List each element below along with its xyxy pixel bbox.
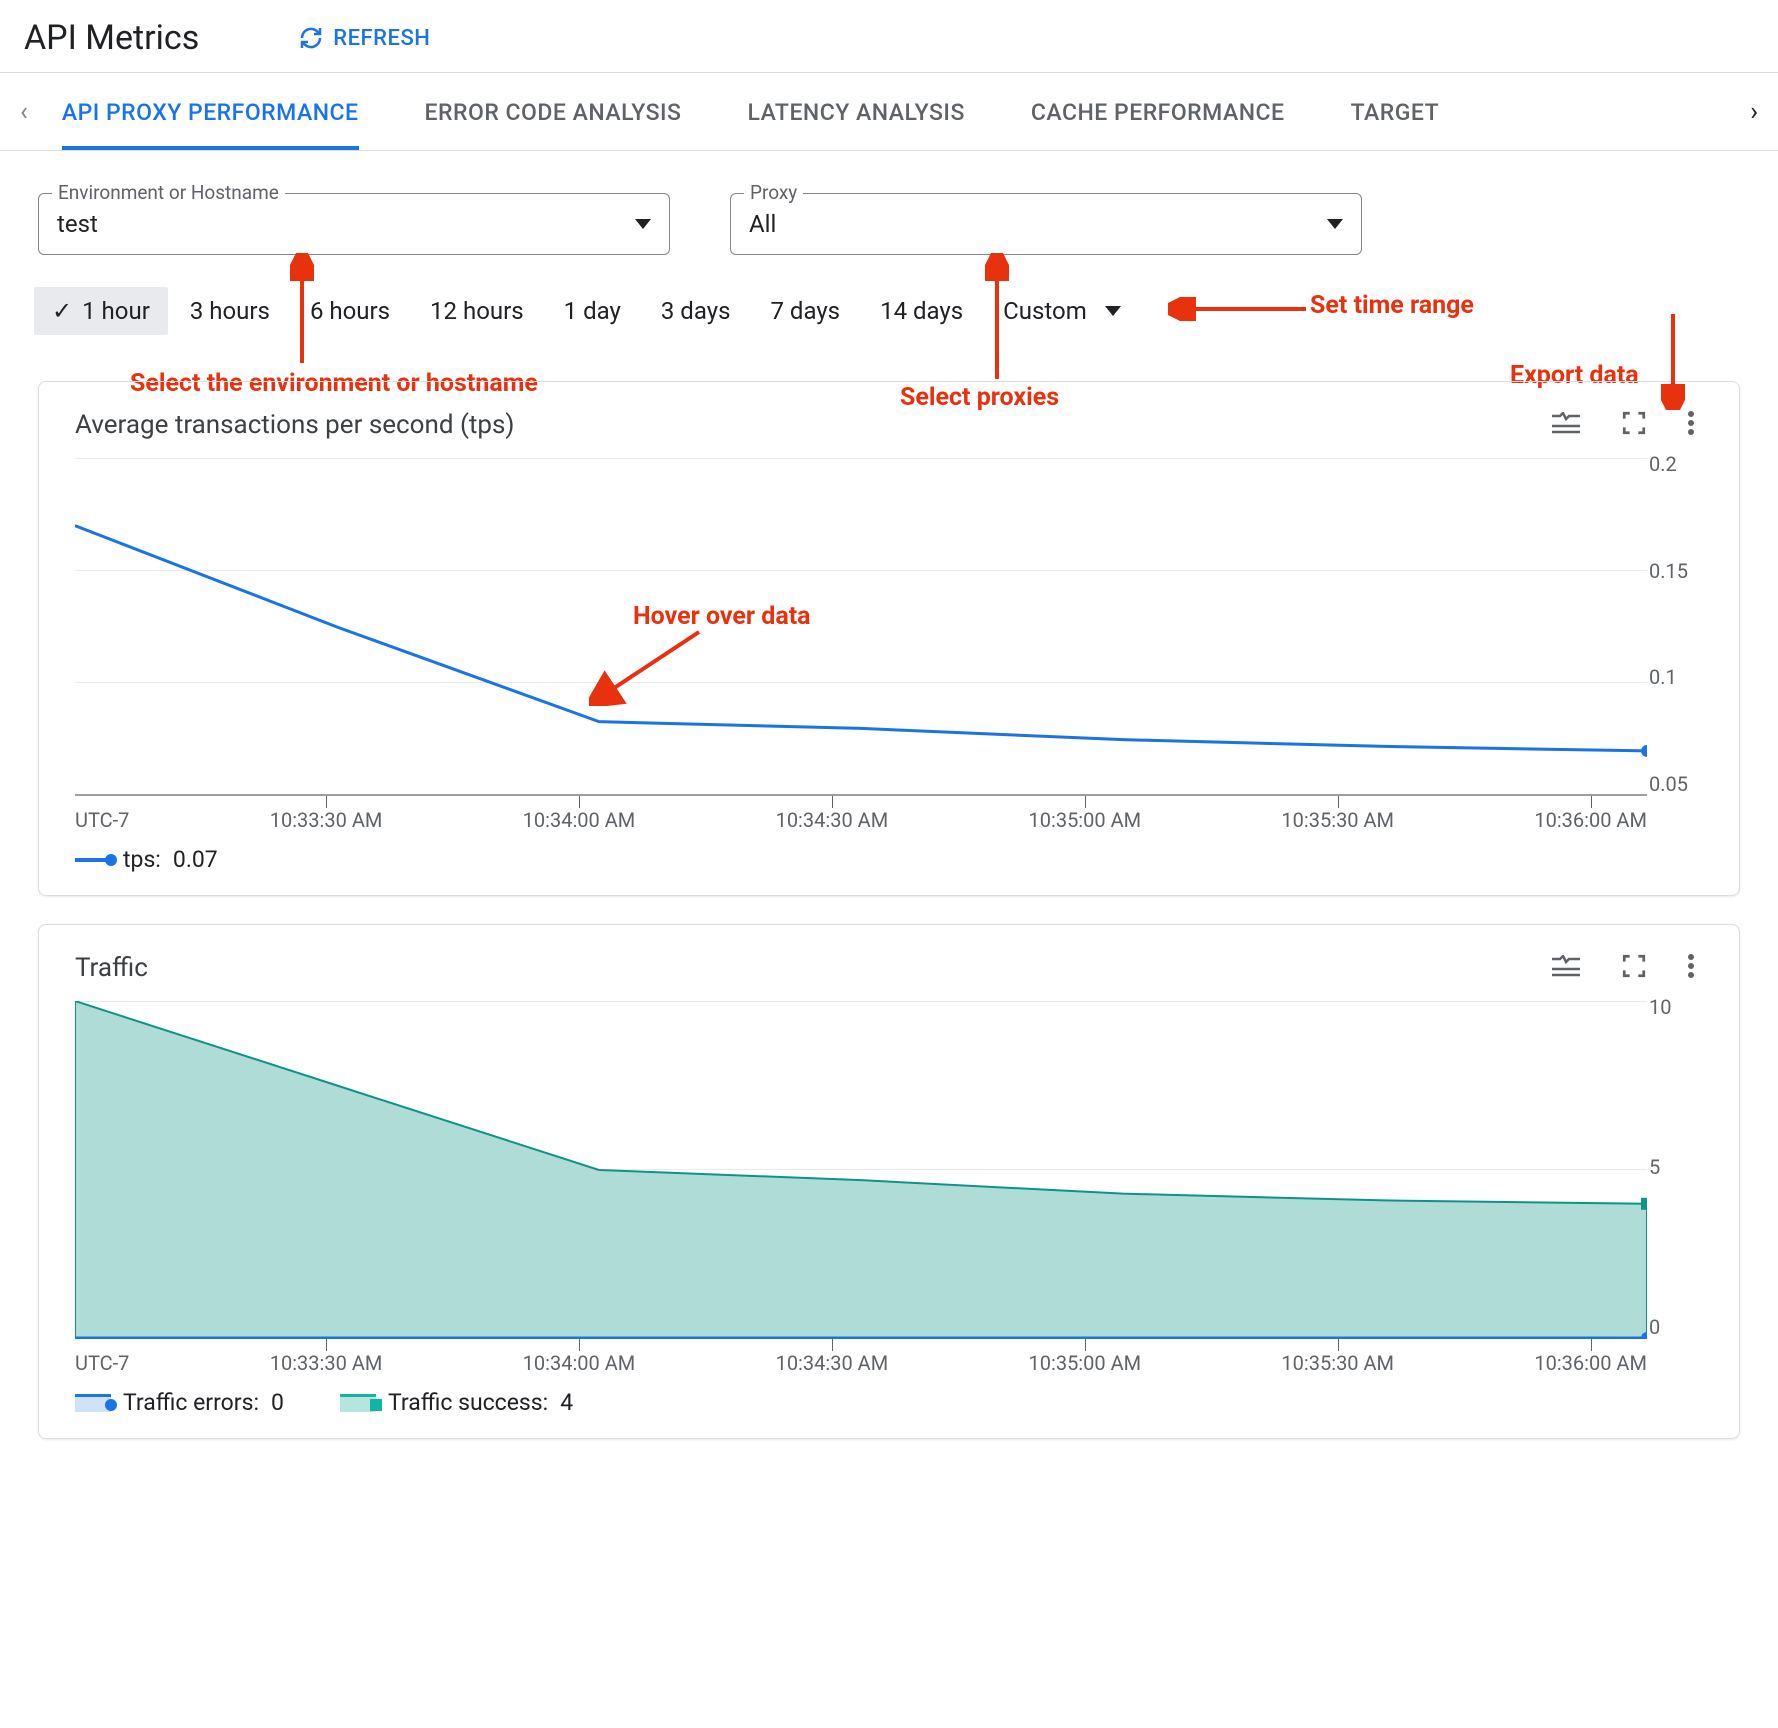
check-icon: ✓	[52, 297, 72, 325]
refresh-label: REFRESH	[333, 26, 430, 51]
fullscreen-icon[interactable]	[1621, 410, 1647, 440]
x-tick: 10:33:30 AM	[270, 1351, 383, 1375]
chart-title: Traffic	[75, 953, 148, 983]
legend-toggle-icon[interactable]	[1551, 412, 1581, 438]
filter-row: Environment or Hostname test Proxy All	[0, 151, 1778, 269]
tps-legend: tps: 0.07	[75, 846, 1703, 873]
env-select-value: test	[57, 210, 98, 238]
legend-swatch	[340, 1394, 376, 1412]
tabs-scroll-left[interactable]: ‹	[14, 97, 34, 127]
timerange-3-days[interactable]: 3 days	[643, 287, 749, 335]
tab-latency-analysis[interactable]: LATENCY ANALYSIS	[747, 73, 964, 150]
chevron-down-icon	[1327, 219, 1343, 229]
timerange-7-days[interactable]: 7 days	[752, 287, 858, 335]
tps-chart[interactable]: 0.2 0.15 0.1 0.05 UTC-7 10:33:30 AM 10:34:00 …	[75, 452, 1703, 832]
x-tick: 10:36:00 AM	[1534, 1351, 1647, 1375]
y-tick: 0	[1649, 1315, 1703, 1339]
x-tick: 10:34:30 AM	[776, 808, 889, 832]
legend-swatch	[75, 858, 111, 862]
timerange-1-day[interactable]: 1 day	[546, 287, 639, 335]
legend-value: 0.07	[173, 846, 218, 873]
timerange-custom[interactable]: Custom	[985, 287, 1139, 335]
x-tick: 10:34:00 AM	[523, 1351, 636, 1375]
timerange-14-days[interactable]: 14 days	[862, 287, 981, 335]
more-menu-icon[interactable]	[1687, 410, 1695, 440]
x-tick: UTC-7	[75, 808, 129, 832]
more-menu-icon[interactable]	[1687, 953, 1695, 983]
y-tick: 0.1	[1649, 665, 1703, 689]
tab-error-code-analysis[interactable]: ERROR CODE ANALYSIS	[425, 73, 682, 150]
fullscreen-icon[interactable]	[1621, 953, 1647, 983]
legend-swatch	[75, 1394, 111, 1412]
annotation-hover: Hover over data	[633, 602, 811, 631]
refresh-icon	[299, 26, 323, 50]
x-tick: 10:36:00 AM	[1534, 808, 1647, 832]
chart-title: Average transactions per second (tps)	[75, 410, 514, 440]
x-tick: 10:34:00 AM	[523, 808, 636, 832]
tab-bar: ‹ API PROXY PERFORMANCE ERROR CODE ANALYS…	[0, 73, 1778, 151]
legend-value: 0	[271, 1389, 284, 1416]
x-tick: 10:35:30 AM	[1281, 1351, 1394, 1375]
x-tick: 10:35:00 AM	[1029, 1351, 1142, 1375]
x-tick: 10:34:30 AM	[776, 1351, 889, 1375]
legend-value: 4	[560, 1389, 573, 1416]
traffic-legend: Traffic errors: 0 Traffic success: 4	[75, 1389, 1703, 1416]
x-tick: UTC-7	[75, 1351, 129, 1375]
x-tick: 10:33:30 AM	[270, 808, 383, 832]
time-range-row: ✓1 hour3 hours6 hours12 hours1 day3 days…	[0, 269, 1778, 353]
y-tick: 0.15	[1649, 559, 1703, 583]
chevron-down-icon	[1105, 306, 1121, 316]
refresh-button[interactable]: REFRESH	[299, 26, 430, 51]
tabs-scroll-right[interactable]: ›	[1744, 97, 1764, 127]
legend-label: tps:	[123, 846, 161, 873]
tab-cache-performance[interactable]: CACHE PERFORMANCE	[1031, 73, 1285, 150]
env-select-label: Environment or Hostname	[52, 181, 285, 204]
x-tick: 10:35:00 AM	[1029, 808, 1142, 832]
y-tick: 5	[1649, 1155, 1703, 1179]
legend-label: Traffic errors:	[123, 1389, 259, 1416]
timerange-12-hours[interactable]: 12 hours	[412, 287, 542, 335]
page-header: API Metrics REFRESH	[0, 0, 1778, 73]
tab-api-proxy-performance[interactable]: API PROXY PERFORMANCE	[62, 73, 359, 150]
tab-target[interactable]: TARGET	[1351, 73, 1440, 150]
legend-toggle-icon[interactable]	[1551, 955, 1581, 981]
traffic-chart[interactable]: 10 5 0 UTC-7 10:33:30 AM 10:34:00 AM 10:34:30…	[75, 995, 1703, 1375]
timerange-6-hours[interactable]: 6 hours	[292, 287, 408, 335]
y-tick: 0.2	[1649, 452, 1703, 476]
page-title: API Metrics	[24, 18, 199, 58]
tps-chart-card: Average transactions per second (tps) 0.…	[38, 381, 1740, 896]
traffic-chart-card: Traffic 10 5 0 UTC-7 10:33:30 AM 10:34:00 AM…	[38, 924, 1740, 1439]
timerange-1-hour[interactable]: ✓1 hour	[34, 287, 168, 335]
y-tick: 10	[1649, 995, 1703, 1019]
proxy-select-label: Proxy	[744, 181, 803, 204]
proxy-select[interactable]: All	[730, 193, 1362, 255]
annotation-time: Set time range	[1310, 291, 1474, 320]
legend-label: Traffic success:	[388, 1389, 548, 1416]
x-tick: 10:35:30 AM	[1281, 808, 1394, 832]
chevron-down-icon	[635, 219, 651, 229]
proxy-select-value: All	[749, 210, 776, 238]
y-tick: 0.05	[1649, 772, 1703, 796]
timerange-3-hours[interactable]: 3 hours	[172, 287, 288, 335]
